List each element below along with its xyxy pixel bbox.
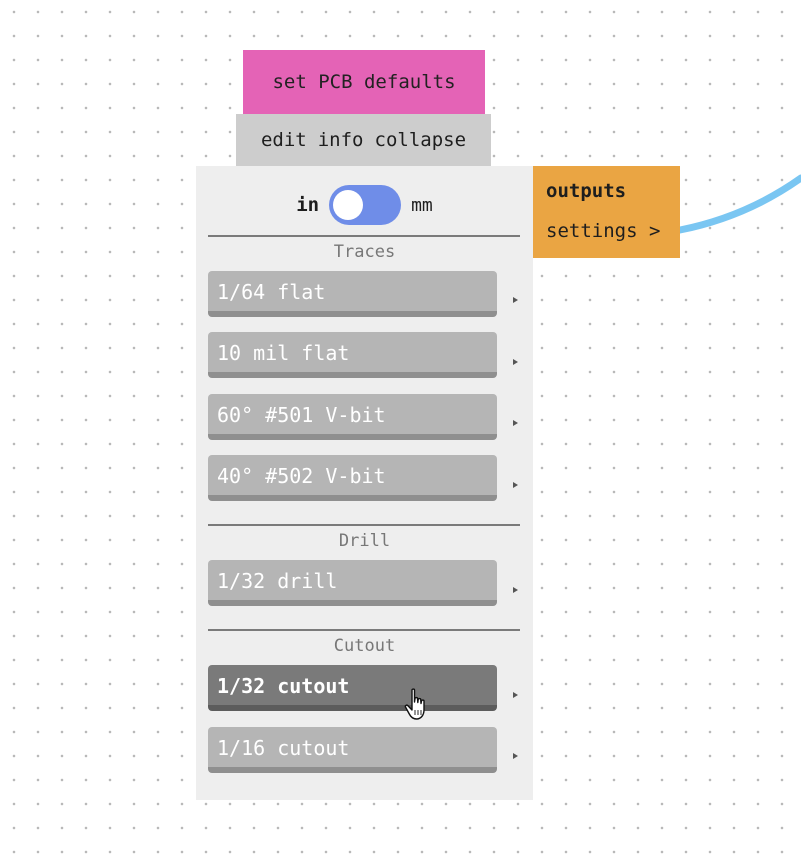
traces-divider (208, 235, 520, 237)
tool-button-1-32-drill[interactable]: 1/32 drill (208, 560, 497, 606)
traces-label: Traces (333, 242, 396, 262)
outputs-node[interactable]: outputs settings > (533, 166, 680, 258)
unit-in-label: in (296, 194, 320, 216)
unit-mm-label: mm (411, 194, 433, 216)
cutout-divider (208, 629, 520, 631)
toggle-knob (333, 190, 364, 220)
node-menu-bar: edit info collapse (236, 114, 491, 166)
tool-button-60-vbit[interactable]: 60° #501 V-bit (208, 394, 497, 440)
arrow-right-icon[interactable] (513, 692, 518, 698)
node-title-label: set PCB defaults (272, 71, 456, 93)
drill-label: Drill (338, 531, 391, 551)
tool-button-40-vbit[interactable]: 40° #502 V-bit (208, 455, 497, 501)
arrow-right-icon[interactable] (513, 297, 518, 303)
arrow-right-icon[interactable] (513, 482, 518, 488)
collapse-button[interactable]: collapse (375, 129, 467, 151)
drill-divider (208, 524, 520, 526)
node-title[interactable]: set PCB defaults (243, 50, 485, 115)
units-toggle-row: in mm (196, 184, 533, 226)
tool-button-1-16-cutout[interactable]: 1/16 cutout (208, 727, 497, 773)
arrow-right-icon[interactable] (513, 587, 518, 593)
arrow-right-icon[interactable] (513, 753, 518, 759)
arrow-right-icon[interactable] (513, 420, 518, 426)
tool-button-10-mil-flat[interactable]: 10 mil flat (208, 332, 497, 378)
units-toggle-switch[interactable] (329, 185, 402, 225)
arrow-right-icon[interactable] (513, 359, 518, 365)
outputs-title: outputs (546, 180, 627, 202)
info-button[interactable]: info (318, 129, 364, 151)
cutout-label: Cutout (333, 636, 396, 656)
tool-button-1-64-flat[interactable]: 1/64 flat (208, 271, 497, 317)
outputs-settings-link[interactable]: settings > (546, 220, 660, 242)
hand-cursor-icon (404, 688, 425, 720)
defaults-panel: in mm Traces 1/64 flat 10 mil flat 60° #… (196, 166, 533, 800)
edit-button[interactable]: edit (261, 129, 307, 151)
tool-button-1-32-cutout[interactable]: 1/32 cutout (208, 665, 497, 711)
